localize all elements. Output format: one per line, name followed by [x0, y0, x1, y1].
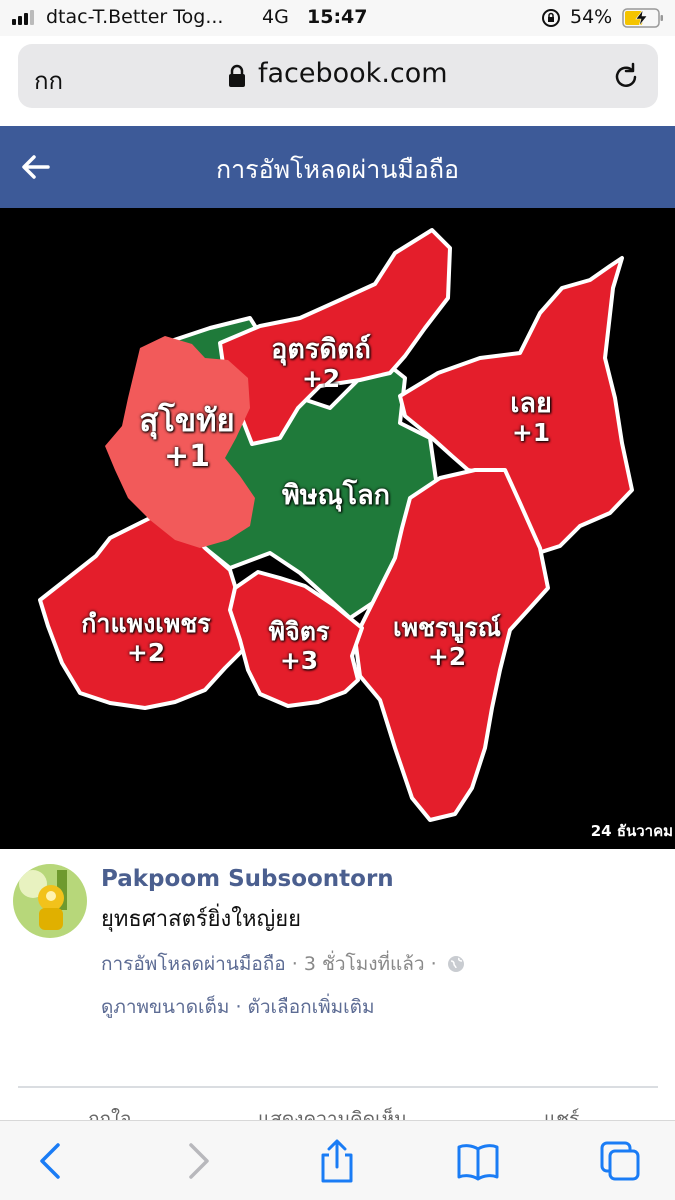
region-value: +1 — [511, 418, 551, 448]
page-header: การอัพโหลดผ่านมือถือ — [0, 126, 675, 208]
orientation-lock-icon — [542, 9, 560, 27]
browser-toolbar — [0, 1120, 675, 1200]
region-name: พิษณุโลก — [281, 480, 391, 511]
separator: · — [235, 996, 242, 1018]
reload-icon[interactable] — [610, 60, 642, 92]
region-value: +2 — [301, 364, 341, 394]
region-value: +2 — [126, 637, 166, 667]
status-bar: dtac-T.Better Tog... 4G 15:47 54% — [0, 0, 675, 36]
post-time[interactable]: 3 ชั่วโมงที่แล้ว — [304, 953, 425, 975]
region-label-phichit: พิจิตร +3 — [250, 617, 348, 676]
text-size-button[interactable]: กก — [34, 61, 63, 100]
region-label-kamphaengphet: กำแพงเพชร +2 — [60, 609, 232, 668]
view-full-size-link[interactable]: ดูภาพขนาดเต็ม — [101, 996, 229, 1018]
region-name: อุตรดิตถ์ — [271, 334, 371, 365]
lock-icon — [229, 64, 245, 87]
globe-icon — [447, 956, 464, 972]
post-meta: การอัพโหลดผ่านมือถือ · 3 ชั่วโมงที่แล้ว … — [101, 949, 465, 979]
avatar-image — [13, 864, 87, 938]
region-value: +1 — [163, 438, 210, 474]
url-text[interactable]: facebook.com — [258, 58, 448, 89]
separator: · — [291, 953, 298, 975]
network-type: 4G — [262, 6, 289, 28]
region-name: เลย — [510, 388, 552, 419]
signal-icon — [12, 10, 34, 25]
region-value: +2 — [427, 641, 467, 671]
region-value: +3 — [279, 645, 319, 675]
region-name: เพชรบูรณ์ — [393, 613, 501, 642]
post-photo[interactable]: สุโขทัย +1 อุตรดิตถ์ +2 เลย +1 พิษณุโลก … — [0, 208, 675, 849]
tabs-icon[interactable] — [598, 1139, 642, 1183]
province-map — [38, 228, 634, 822]
photo-links: ดูภาพขนาดเต็ม · ตัวเลือกเพิ่มเติม — [101, 992, 375, 1022]
back-icon[interactable] — [30, 1139, 74, 1183]
separator: · — [430, 953, 437, 975]
region-label-loei: เลย +1 — [490, 388, 572, 448]
author-name[interactable]: Pakpoom Subsoontorn — [101, 866, 394, 892]
share-icon[interactable] — [315, 1139, 359, 1183]
date-caption: 24 ธันวาคม — [590, 822, 673, 840]
forward-icon[interactable] — [175, 1139, 219, 1183]
clock: 15:47 — [307, 6, 368, 28]
bookmarks-icon[interactable] — [456, 1139, 500, 1183]
region-label-sukhothai: สุโขทัย +1 — [124, 403, 250, 474]
region-name: กำแพงเพชร — [81, 609, 211, 638]
post-caption: ยุทธศาสตร์ยิ่งใหญ่ยย — [101, 907, 302, 932]
region-label-uttaradit: อุตรดิตถ์ +2 — [244, 334, 398, 394]
region-name: พิจิตร — [268, 617, 330, 646]
album-link[interactable]: การอัพโหลดผ่านมือถือ — [101, 953, 286, 975]
more-options-link[interactable]: ตัวเลือกเพิ่มเติม — [248, 996, 375, 1018]
region-name: สุโขทัย — [139, 403, 235, 439]
avatar[interactable] — [13, 864, 87, 938]
region-label-phitsanulok: พิษณุโลก — [268, 480, 404, 511]
divider — [18, 1086, 658, 1088]
battery-percent: 54% — [570, 6, 613, 28]
carrier-name: dtac-T.Better Tog... — [46, 6, 224, 28]
battery-charging-icon — [622, 8, 663, 28]
page-title: การอัพโหลดผ่านมือถือ — [216, 155, 459, 184]
address-bar[interactable]: กก facebook.com — [18, 44, 658, 108]
region-label-phetchabun: เพชรบูรณ์ +2 — [374, 613, 520, 672]
